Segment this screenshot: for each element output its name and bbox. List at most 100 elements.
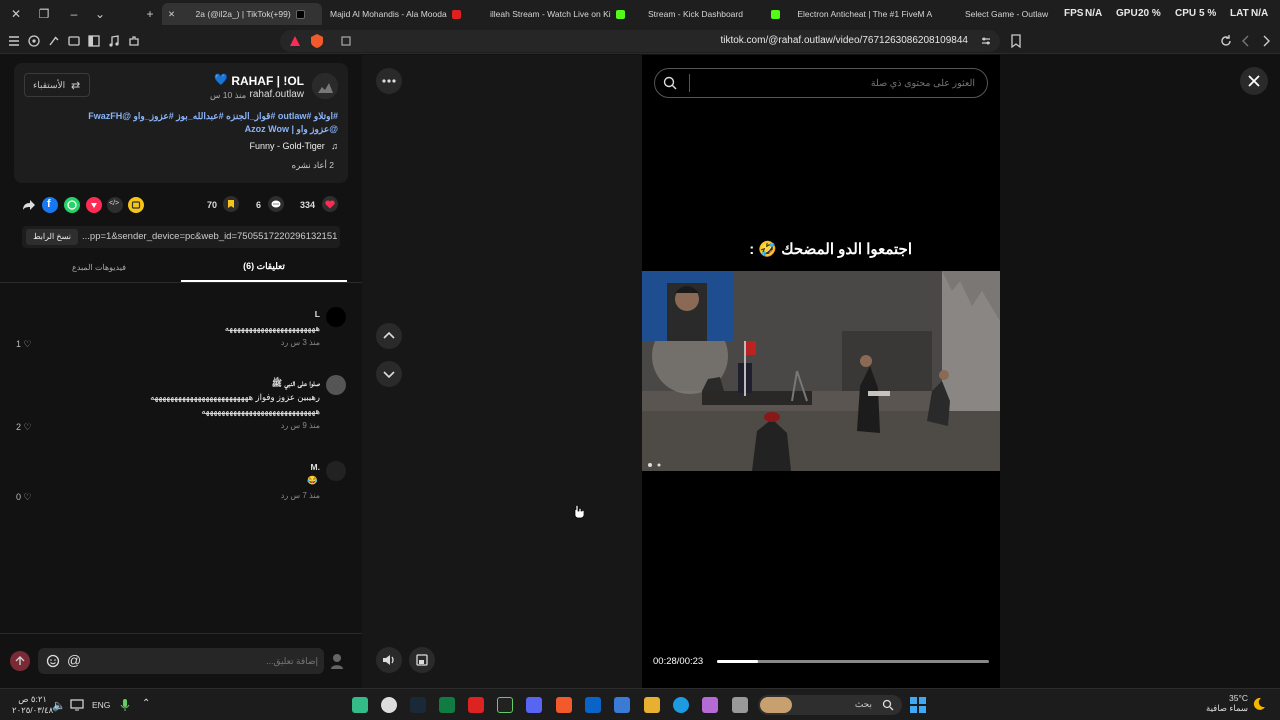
app-icon-refresh[interactable] (352, 697, 368, 713)
copy-link-button[interactable]: نسخ الرابط (26, 229, 78, 245)
mini-player-button[interactable] (409, 647, 435, 673)
comment-avatar[interactable] (326, 307, 346, 327)
next-video-button[interactable] (376, 361, 402, 387)
taskbar-search[interactable]: بحث (758, 695, 902, 715)
comment-author[interactable]: L (315, 309, 320, 319)
tab-comments[interactable]: (6) تعليقات (181, 261, 347, 281)
comment-avatar[interactable] (326, 375, 346, 395)
emoji-icon[interactable] (46, 654, 60, 668)
tab-outlaw[interactable]: Select Game - Outlaw (965, 3, 1050, 25)
extension-icon[interactable] (46, 33, 62, 49)
comment-like-button[interactable]: 0 ♡ (16, 492, 32, 503)
copilot-icon[interactable] (702, 697, 718, 713)
puzzle-icon[interactable] (126, 33, 142, 49)
comment-like-button[interactable]: 1 ♡ (16, 339, 32, 350)
music-icon[interactable] (106, 33, 122, 49)
video-progress-track[interactable] (717, 660, 989, 663)
more-options-button[interactable] (376, 68, 402, 94)
windows-start-icon[interactable] (910, 697, 926, 713)
follow-button[interactable]: ⇄ الأستقباء (24, 73, 90, 97)
brave-browser-icon[interactable] (556, 697, 572, 713)
edge-icon[interactable] (673, 697, 689, 713)
like-button[interactable] (322, 196, 338, 212)
author-name[interactable]: RAHAF | !OL (231, 74, 304, 88)
outlook-icon[interactable] (585, 697, 601, 713)
new-tab-icon[interactable]: + (140, 4, 160, 24)
menu-icon[interactable] (6, 33, 22, 49)
video-search-bar[interactable] (654, 68, 988, 98)
app-icon-red[interactable] (468, 697, 484, 713)
weather-widget[interactable]: 35°C سماء صافية (1200, 693, 1248, 714)
previous-video-button[interactable] (376, 323, 402, 349)
embed-icon[interactable]: </> (107, 197, 123, 213)
comment-meta[interactable]: منذ 9 س رد (281, 421, 320, 430)
post-mentions[interactable]: @عزوز واو | Azoz Wow (18, 124, 338, 135)
task-view-icon[interactable] (732, 697, 748, 713)
tab-electron[interactable]: Electron Anticheat | The #1 FiveM A (768, 3, 938, 25)
share-arrow-icon[interactable] (22, 199, 36, 211)
save-button[interactable] (223, 196, 239, 212)
comment-meta[interactable]: منذ 7 س رد (281, 491, 320, 500)
facebook-share-icon[interactable]: f (42, 197, 58, 213)
comment-like-button[interactable]: 2 ♡ (16, 422, 32, 433)
author-username[interactable]: rahaf.outlaw (250, 89, 304, 100)
comment-author[interactable]: M. (311, 462, 320, 472)
post-hashtags[interactable]: #اوتلاو #outlaw #قواز_الجنزه #عبدالله_بو… (18, 111, 338, 122)
tab-list-chevron-icon[interactable]: ⌄ (90, 4, 110, 24)
reload-icon[interactable] (1218, 33, 1234, 49)
tab-tiktok[interactable]: ✕ 2a (@il2a_) | TikTok(+99) (162, 3, 322, 25)
tray-chevron-icon[interactable]: ⌃ (142, 698, 150, 709)
url-text[interactable]: tiktok.com/@rahaf.outlaw/video/767126308… (720, 35, 968, 46)
address-bar[interactable]: tiktok.com/@rahaf.outlaw/video/767126308… (280, 30, 1000, 52)
repost-share-icon[interactable] (86, 197, 102, 213)
brave-shield-icon[interactable] (310, 33, 324, 49)
shield-icon[interactable] (26, 33, 42, 49)
comment-input[interactable] (98, 651, 318, 671)
close-tab-icon[interactable]: ✕ (168, 9, 175, 19)
restore-icon[interactable]: ❐ (34, 4, 54, 24)
excel-icon[interactable] (439, 697, 455, 713)
steam-icon[interactable] (410, 697, 426, 713)
tab-creator-videos[interactable]: فيديوهات المبدع (16, 263, 182, 283)
comment-input-box[interactable]: @ (38, 648, 324, 674)
store-icon[interactable] (614, 697, 630, 713)
back-icon[interactable] (1238, 33, 1254, 49)
author-avatar[interactable] (312, 73, 338, 99)
tab-kick-dashboard[interactable]: Stream - Kick Dashboard (648, 3, 753, 25)
music-row[interactable]: Funny - Gold-Tiger ♫ (250, 141, 338, 151)
comment-button[interactable] (268, 196, 284, 212)
app-icon-a[interactable] (497, 697, 513, 713)
file-explorer-icon[interactable] (644, 697, 660, 713)
network-icon[interactable] (70, 699, 84, 711)
close-window-icon[interactable]: ✕ (6, 4, 26, 24)
volume-button[interactable] (376, 647, 402, 673)
tab-majid[interactable]: Majid Al Mohandis - Ala Mooda (330, 3, 475, 25)
microphone-icon[interactable] (120, 698, 130, 712)
close-video-button[interactable] (1240, 67, 1268, 95)
video-search-input[interactable] (715, 74, 975, 92)
video-player[interactable]: اجتمعوا الدو المضحك 🤣 : (642, 55, 1000, 688)
speaker-icon[interactable]: 🔈 (52, 699, 66, 712)
site-settings-icon[interactable] (980, 35, 992, 47)
whatsapp-share-icon[interactable] (64, 197, 80, 213)
bookmark-page-icon[interactable] (340, 35, 352, 47)
sidebar-icon[interactable] (86, 33, 102, 49)
clock[interactable]: ٥:٢١ ص ٢٠٢٥/٠٣/٤٨ (12, 694, 53, 716)
tab-kick-stream[interactable]: illeah Stream - Watch Live on Ki (490, 3, 635, 25)
video-link-text[interactable]: ...pp=1&sender_device=pc&web_id=75055172… (82, 231, 337, 242)
wallet-icon[interactable] (66, 33, 82, 49)
mention-icon[interactable]: @ (67, 652, 81, 668)
brave-rewards-icon[interactable] (288, 34, 302, 48)
forward-icon[interactable] (1258, 33, 1274, 49)
comment-avatar[interactable] (326, 461, 346, 481)
search-icon[interactable] (663, 76, 677, 90)
minimize-icon[interactable]: – (64, 4, 84, 24)
post-comment-button[interactable] (10, 651, 30, 671)
comment-author[interactable]: صلوا على النبي ﷺ (272, 378, 320, 391)
user-avatar[interactable] (330, 652, 344, 670)
comment-meta[interactable]: منذ 3 س رد (281, 338, 320, 347)
app-icon-clock[interactable] (381, 697, 397, 713)
discord-icon[interactable] (526, 697, 542, 713)
bookmark-icon[interactable] (1008, 33, 1024, 49)
more-share-icon[interactable] (128, 197, 144, 213)
